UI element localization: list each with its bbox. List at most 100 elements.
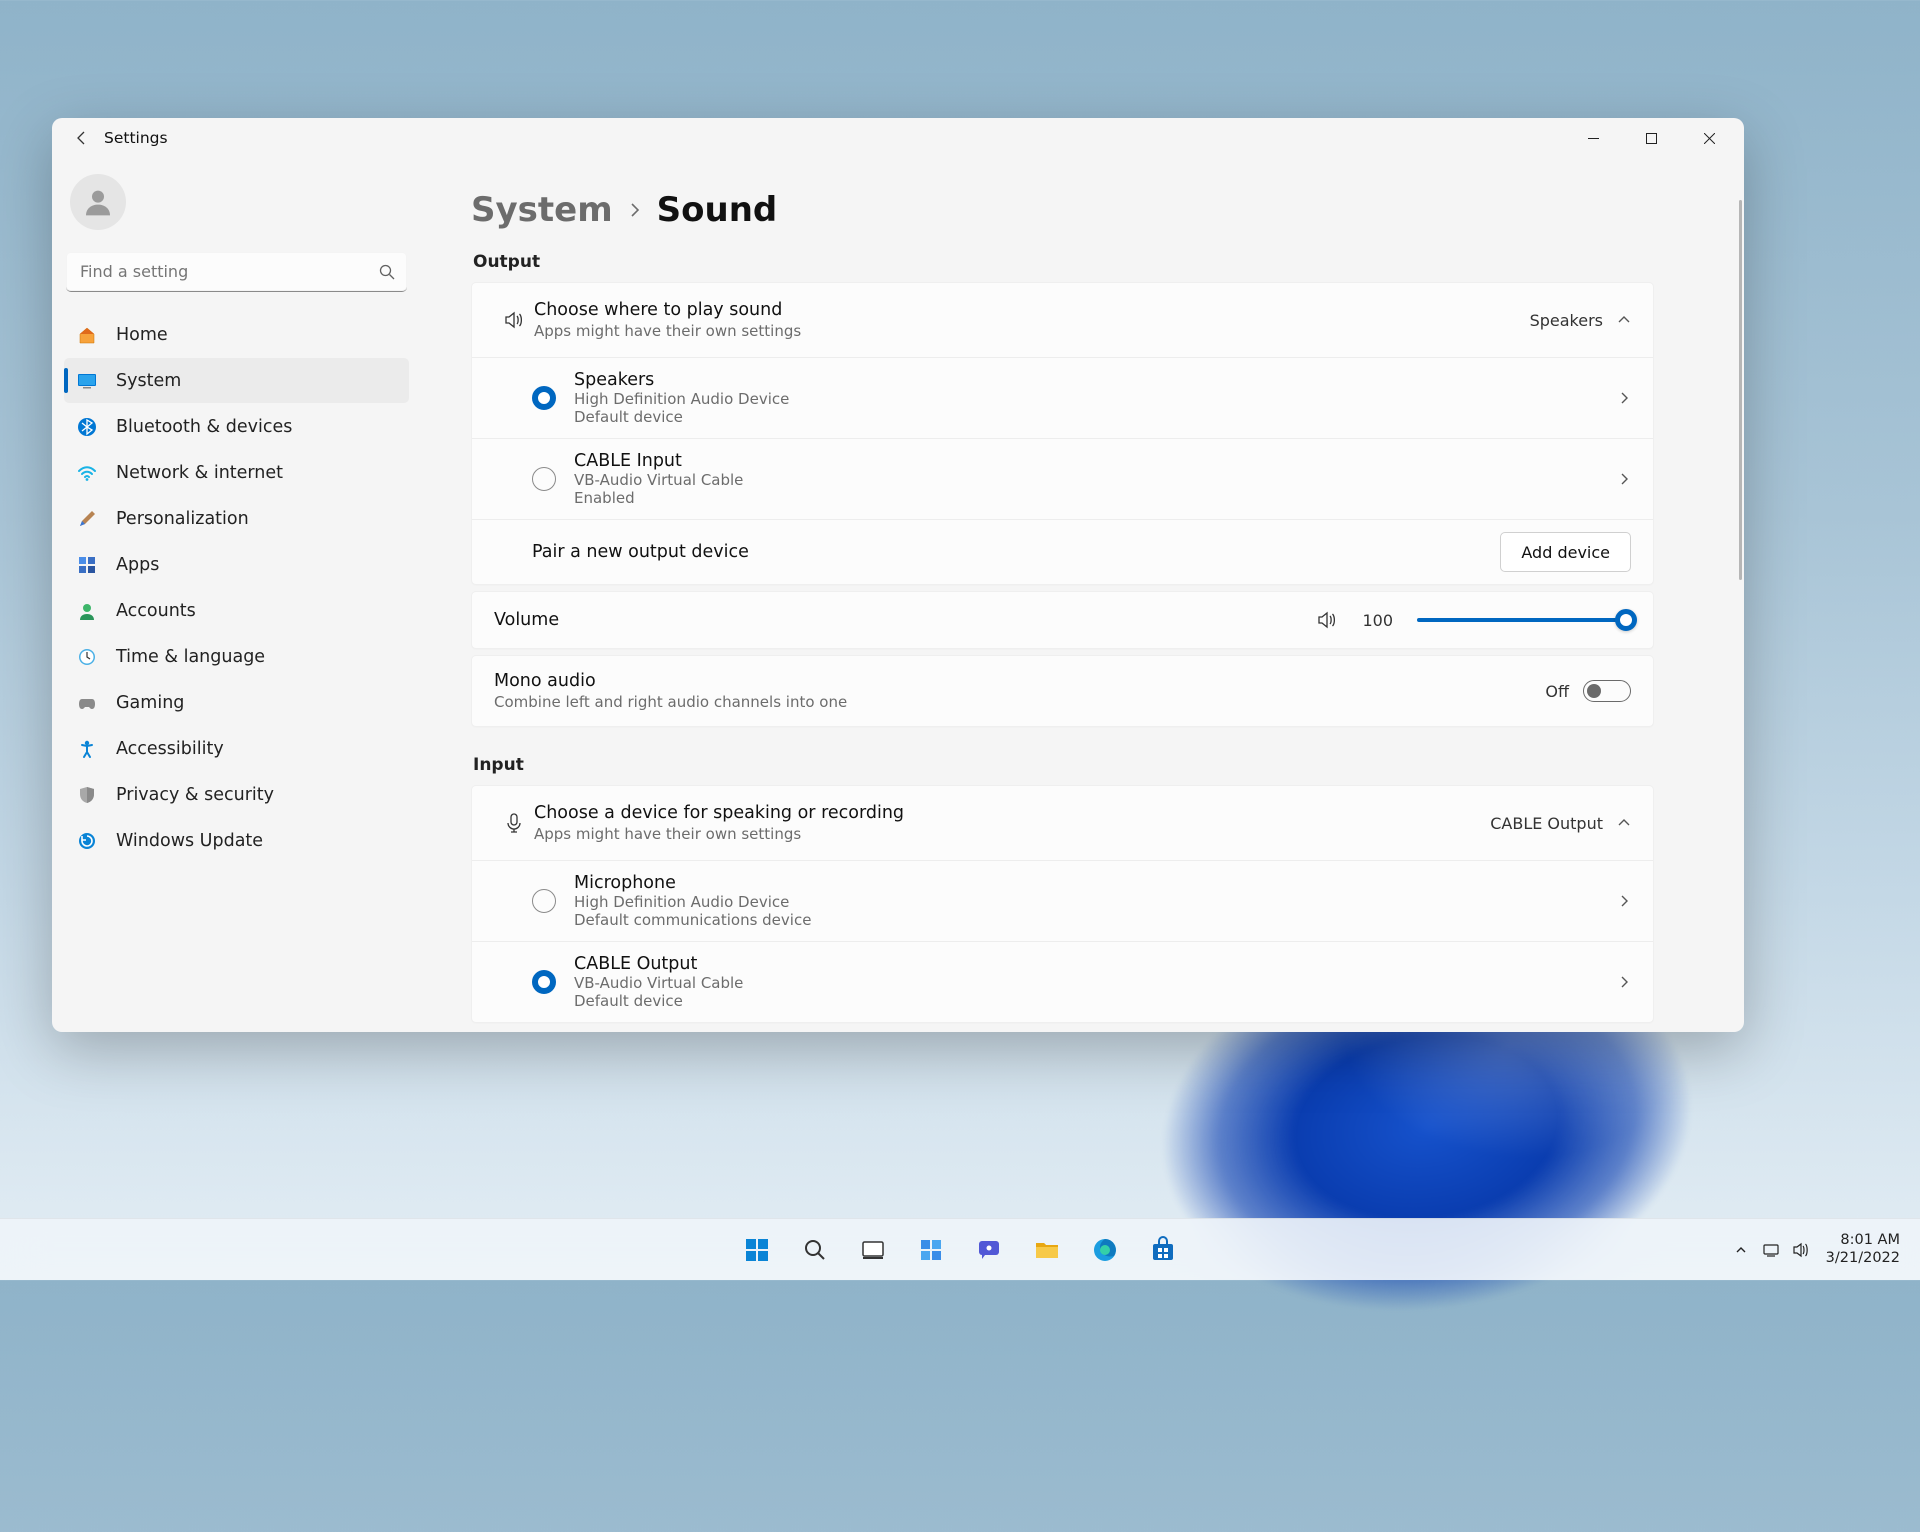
nav-apps[interactable]: Apps xyxy=(64,542,409,587)
tray-overflow-button[interactable] xyxy=(1730,1239,1752,1261)
bluetooth-icon xyxy=(76,416,98,438)
volume-label: Volume xyxy=(494,610,1316,630)
chevron-right-icon xyxy=(1617,894,1631,908)
network-tray-icon[interactable] xyxy=(1760,1239,1782,1261)
settings-window: Settings Home Sys xyxy=(52,118,1744,1032)
speaker-icon xyxy=(494,309,534,331)
edge-button[interactable] xyxy=(1079,1224,1131,1276)
output-header-title: Choose where to play sound xyxy=(534,300,1530,320)
mono-title: Mono audio xyxy=(494,671,1545,691)
nav-home[interactable]: Home xyxy=(64,312,409,357)
chevron-right-icon xyxy=(1617,391,1631,405)
file-explorer-button[interactable] xyxy=(1021,1224,1073,1276)
device-name: Microphone xyxy=(574,873,1617,893)
chevron-up-icon xyxy=(1617,816,1631,830)
device-status: Default device xyxy=(574,408,1617,426)
volume-value: 100 xyxy=(1362,611,1393,630)
tray-date: 3/21/2022 xyxy=(1826,1250,1900,1267)
sidebar: Home System Bluetooth & devices Network … xyxy=(52,158,419,1032)
person-icon xyxy=(76,600,98,622)
home-icon xyxy=(76,324,98,346)
device-name: CABLE Output xyxy=(574,954,1617,974)
nav-label: System xyxy=(116,371,181,391)
nav-time[interactable]: Time & language xyxy=(64,634,409,679)
system-tray: 8:01 AM 3/21/2022 xyxy=(1730,1232,1906,1267)
output-section-label: Output xyxy=(473,252,1654,272)
nav-accessibility[interactable]: Accessibility xyxy=(64,726,409,771)
maximize-button[interactable] xyxy=(1622,118,1680,158)
clock-tray[interactable]: 8:01 AM 3/21/2022 xyxy=(1826,1232,1900,1267)
shield-icon xyxy=(76,784,98,806)
nav-label: Bluetooth & devices xyxy=(116,417,292,437)
mono-card: Mono audio Combine left and right audio … xyxy=(471,655,1654,727)
breadcrumb-category[interactable]: System xyxy=(471,190,613,230)
taskbar-search[interactable] xyxy=(789,1224,841,1276)
chat-button[interactable] xyxy=(963,1224,1015,1276)
window-title: Settings xyxy=(104,129,168,147)
mono-toggle[interactable] xyxy=(1583,680,1631,702)
device-status: Default device xyxy=(574,992,1617,1010)
nav-label: Accessibility xyxy=(116,739,224,759)
breadcrumb-page: Sound xyxy=(657,190,778,230)
device-name: Speakers xyxy=(574,370,1617,390)
microphone-icon xyxy=(494,812,534,834)
output-device-cable-input[interactable]: CABLE Input VB-Audio Virtual Cable Enabl… xyxy=(472,438,1653,519)
nav-network[interactable]: Network & internet xyxy=(64,450,409,495)
device-detail: High Definition Audio Device xyxy=(574,893,1617,911)
nav-label: Personalization xyxy=(116,509,249,529)
nav-label: Home xyxy=(116,325,168,345)
clock-icon xyxy=(76,646,98,668)
input-selected-label: CABLE Output xyxy=(1490,814,1603,833)
start-button[interactable] xyxy=(731,1224,783,1276)
nav-accounts[interactable]: Accounts xyxy=(64,588,409,633)
wifi-icon xyxy=(76,462,98,484)
user-avatar[interactable] xyxy=(70,174,126,230)
gamepad-icon xyxy=(76,692,98,714)
mono-subtitle: Combine left and right audio channels in… xyxy=(494,693,1545,711)
search-input[interactable] xyxy=(66,252,407,292)
add-device-button[interactable]: Add device xyxy=(1500,532,1631,572)
output-header-row[interactable]: Choose where to play sound Apps might ha… xyxy=(472,283,1653,357)
radio-unselected-icon[interactable] xyxy=(532,467,556,491)
nav-label: Windows Update xyxy=(116,831,263,851)
widgets-button[interactable] xyxy=(905,1224,957,1276)
volume-slider[interactable] xyxy=(1417,609,1631,631)
minimize-button[interactable] xyxy=(1564,118,1622,158)
volume-tray-icon[interactable] xyxy=(1790,1239,1812,1261)
volume-icon[interactable] xyxy=(1316,609,1338,631)
input-header-title: Choose a device for speaking or recordin… xyxy=(534,803,1490,823)
system-icon xyxy=(76,370,98,392)
device-status: Default communications device xyxy=(574,911,1617,929)
nav-privacy[interactable]: Privacy & security xyxy=(64,772,409,817)
taskbar-center xyxy=(731,1224,1189,1276)
breadcrumb: System Sound xyxy=(471,190,1654,230)
taskbar: 8:01 AM 3/21/2022 xyxy=(0,1218,1920,1280)
back-button[interactable] xyxy=(68,124,96,152)
pair-output-row: Pair a new output device Add device xyxy=(472,519,1653,584)
store-button[interactable] xyxy=(1137,1224,1189,1276)
input-device-microphone[interactable]: Microphone High Definition Audio Device … xyxy=(472,860,1653,941)
nav-gaming[interactable]: Gaming xyxy=(64,680,409,725)
chevron-right-icon xyxy=(1617,472,1631,486)
output-header-subtitle: Apps might have their own settings xyxy=(534,322,1530,340)
nav-personalization[interactable]: Personalization xyxy=(64,496,409,541)
input-header-row[interactable]: Choose a device for speaking or recordin… xyxy=(472,786,1653,860)
nav-system[interactable]: System xyxy=(64,358,409,403)
radio-unselected-icon[interactable] xyxy=(532,889,556,913)
nav-label: Privacy & security xyxy=(116,785,274,805)
input-device-cable-output[interactable]: CABLE Output VB-Audio Virtual Cable Defa… xyxy=(472,941,1653,1022)
output-device-speakers[interactable]: Speakers High Definition Audio Device De… xyxy=(472,357,1653,438)
device-detail: High Definition Audio Device xyxy=(574,390,1617,408)
radio-selected-icon[interactable] xyxy=(532,386,556,410)
chevron-right-icon xyxy=(1617,975,1631,989)
scrollbar[interactable] xyxy=(1739,200,1742,580)
radio-selected-icon[interactable] xyxy=(532,970,556,994)
task-view-button[interactable] xyxy=(847,1224,899,1276)
nav-update[interactable]: Windows Update xyxy=(64,818,409,863)
volume-card: Volume 100 xyxy=(471,591,1654,649)
close-button[interactable] xyxy=(1680,118,1738,158)
device-name: CABLE Input xyxy=(574,451,1617,471)
chevron-right-icon xyxy=(627,202,643,218)
input-header-subtitle: Apps might have their own settings xyxy=(534,825,1490,843)
nav-bluetooth[interactable]: Bluetooth & devices xyxy=(64,404,409,449)
